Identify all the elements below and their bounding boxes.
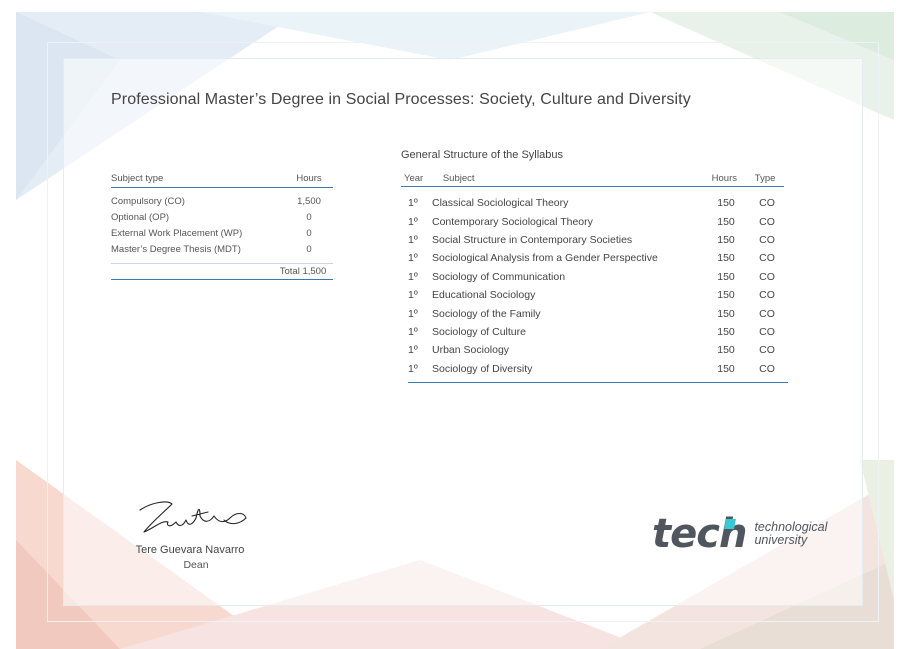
- summary-row: Master’s Degree Thesis (MDT) 0: [111, 241, 333, 257]
- hours-cell: 150: [717, 325, 735, 338]
- hours-header: Hours: [296, 173, 322, 184]
- table-row: 1º Sociology of Diversity 150 CO: [408, 360, 788, 378]
- summary-label: Compulsory (CO): [111, 195, 185, 207]
- year-cell: 1º: [408, 270, 418, 283]
- type-cell: CO: [759, 307, 775, 320]
- hours-cell: 150: [717, 197, 735, 210]
- subject-cell: Sociology of Communication: [432, 270, 566, 283]
- hours-cell: 150: [717, 215, 735, 228]
- table-row: 1º Sociology of Culture 150 CO: [408, 323, 788, 341]
- type-cell: CO: [759, 270, 775, 283]
- logo-tagline-line-2: university: [754, 533, 808, 547]
- summary-hours: 0: [306, 243, 312, 255]
- table-row: 1º Educational Sociology 150 CO: [408, 286, 788, 304]
- table-row: 1º Urban Sociology 150 CO: [408, 341, 788, 359]
- tech-university-logo: tech technological university: [652, 514, 827, 554]
- type-cell: CO: [759, 215, 775, 228]
- summary-rows: Compulsory (CO) 1,500 Optional (OP) 0 Exte…: [111, 188, 333, 264]
- table-row: 1º Sociological Analysis from a Gender Pe…: [408, 249, 788, 267]
- table-row: 1º Sociology of the Family 150 CO: [408, 304, 788, 322]
- year-cell: 1º: [408, 252, 418, 265]
- summary-row: External Work Placement (WP) 0: [111, 225, 333, 241]
- subject-header: Subject: [442, 173, 475, 184]
- subject-cell: Sociology of Diversity: [432, 362, 533, 375]
- type-cell: CO: [759, 233, 775, 246]
- hours-cell: 150: [717, 344, 735, 357]
- summary-hours: 0: [306, 211, 312, 223]
- year-cell: 1º: [408, 325, 418, 338]
- subject-cell: Social Structure in Contemporary Societi…: [432, 233, 633, 246]
- signer-name: Tere Guevara Navarro: [135, 544, 245, 556]
- summary-label: Master’s Degree Thesis (MDT): [111, 243, 241, 255]
- subject-cell: Urban Sociology: [432, 344, 510, 357]
- syllabus-table: Year Subject Hours Type 1º Classical Soci…: [401, 171, 788, 383]
- table-row: 1º Social Structure in Contemporary Socie…: [408, 231, 788, 249]
- summary-hours: 0: [306, 227, 312, 239]
- subject-cell: Contemporary Sociological Theory: [432, 215, 593, 228]
- table-row: 1º Sociology of Communication 150 CO: [408, 268, 788, 286]
- type-cell: CO: [759, 252, 775, 265]
- subject-cell: Classical Sociological Theory: [432, 197, 569, 210]
- summary-total-row: Total 1,500: [111, 264, 333, 280]
- hours-cell: 150: [717, 307, 735, 320]
- hours-cell: 150: [717, 362, 735, 375]
- subject-type-header: Subject type: [111, 173, 164, 184]
- hours-cell: 150: [717, 289, 735, 302]
- hours-summary-table: Subject type Hours Compulsory (CO) 1,500 …: [111, 173, 333, 280]
- syllabus-title: General Structure of the Syllabus: [401, 149, 564, 161]
- logo-tagline: technological university: [754, 521, 827, 547]
- subject-cell: Sociological Analysis from a Gender Pers…: [432, 252, 658, 265]
- subject-cell: Sociology of Culture: [432, 325, 526, 338]
- logo-accent-mark: [724, 519, 736, 529]
- year-cell: 1º: [408, 289, 418, 302]
- hours-header: Hours: [711, 173, 737, 184]
- certificate-page: Professional Master’s Degree in Social P…: [0, 0, 908, 649]
- year-cell: 1º: [408, 215, 418, 228]
- degree-title: Professional Master’s Degree in Social P…: [111, 91, 691, 108]
- summary-row: Optional (OP) 0: [111, 209, 333, 225]
- table-row: 1º Contemporary Sociological Theory 150 CO: [408, 212, 788, 230]
- summary-label: External Work Placement (WP): [111, 227, 243, 239]
- type-cell: CO: [759, 197, 775, 210]
- hours-cell: 150: [717, 252, 735, 265]
- type-cell: CO: [759, 325, 775, 338]
- subject-cell: Sociology of the Family: [432, 307, 541, 320]
- type-header: Type: [754, 173, 776, 184]
- year-cell: 1º: [408, 233, 418, 246]
- syllabus-rows: 1º Classical Sociological Theory 150 CO 1º C…: [408, 187, 788, 383]
- year-header: Year: [404, 173, 424, 184]
- summary-hours: 1,500: [297, 195, 321, 207]
- hours-cell: 150: [717, 270, 735, 283]
- subject-cell: Educational Sociology: [432, 289, 536, 302]
- year-cell: 1º: [408, 362, 418, 375]
- summary-label: Optional (OP): [111, 211, 170, 223]
- year-cell: 1º: [408, 197, 418, 210]
- summary-header: Subject type Hours: [111, 173, 333, 188]
- handwritten-signature: [139, 501, 247, 533]
- hours-cell: 150: [717, 233, 735, 246]
- summary-total: Total 1,500: [279, 266, 327, 277]
- table-row: 1º Classical Sociological Theory 150 CO: [408, 194, 788, 212]
- year-cell: 1º: [408, 307, 418, 320]
- syllabus-header: Year Subject Hours Type: [401, 171, 784, 187]
- type-cell: CO: [759, 362, 775, 375]
- signer-role: Dean: [183, 559, 209, 571]
- summary-row: Compulsory (CO) 1,500: [111, 193, 333, 209]
- year-cell: 1º: [408, 344, 418, 357]
- type-cell: CO: [759, 289, 775, 302]
- type-cell: CO: [759, 344, 775, 357]
